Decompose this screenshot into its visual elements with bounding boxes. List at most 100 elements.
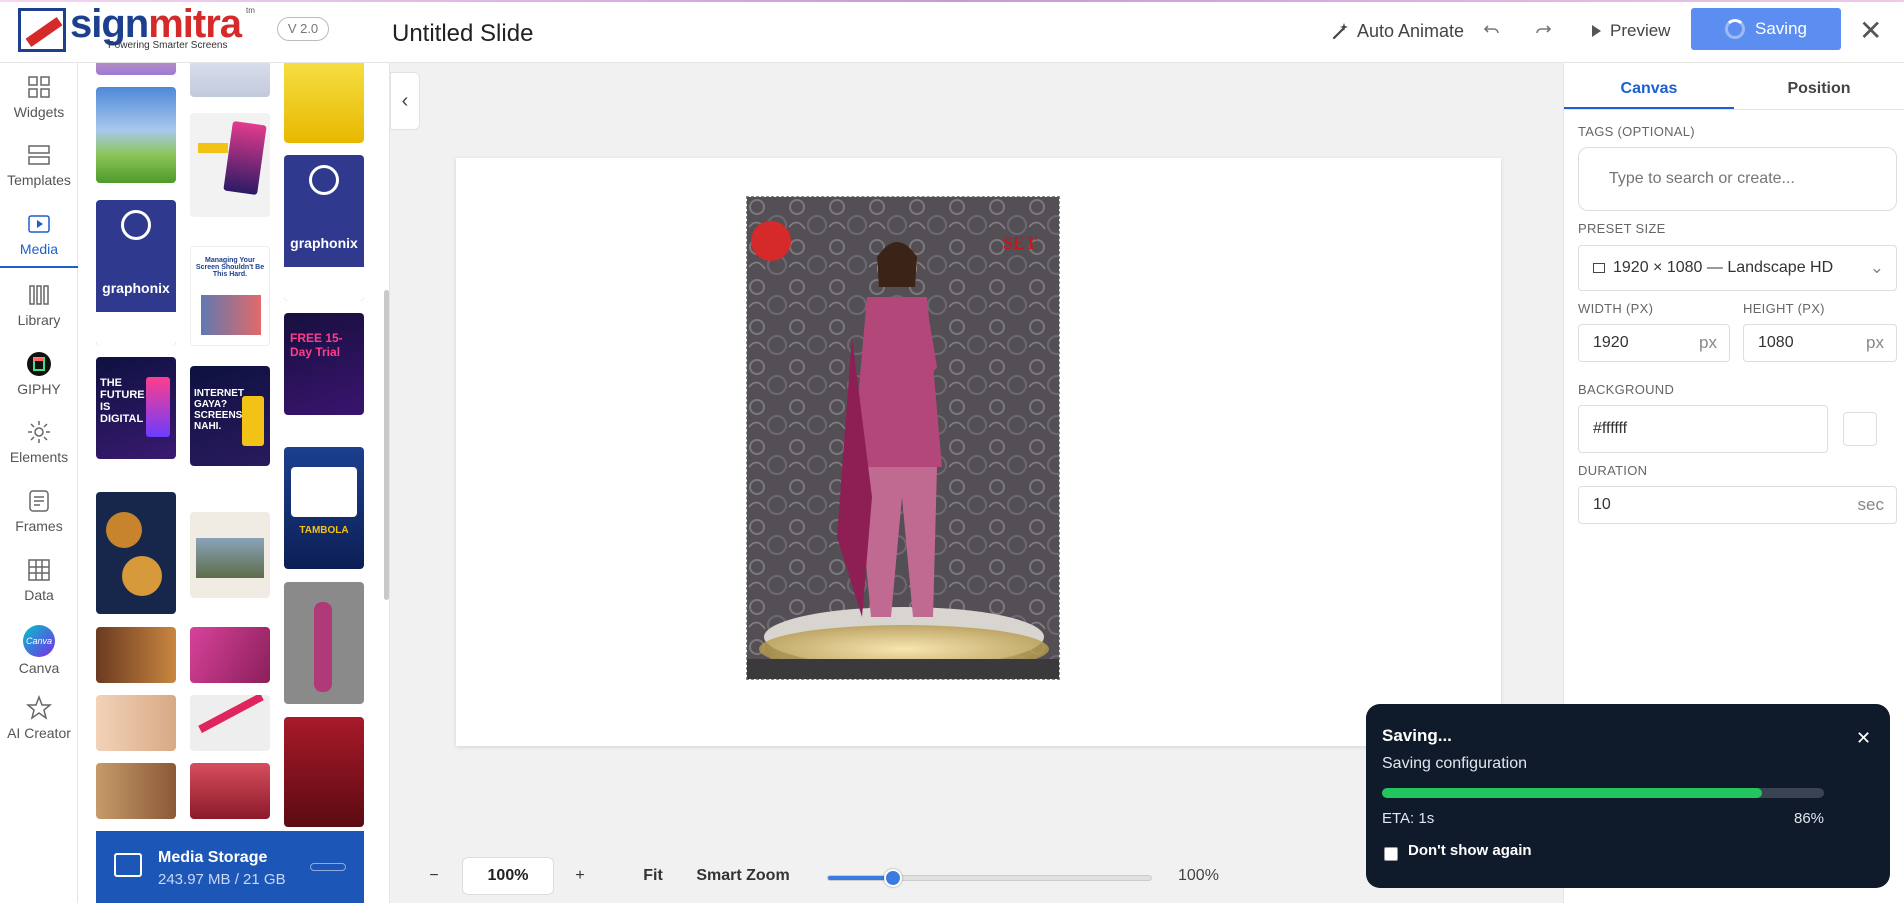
tags-input[interactable] bbox=[1578, 147, 1897, 211]
canva-icon: Canva bbox=[23, 625, 55, 657]
version-badge: V 2.0 bbox=[277, 17, 329, 41]
media-thumb[interactable] bbox=[96, 87, 176, 183]
nav-canva[interactable]: Canva Canva bbox=[0, 619, 78, 681]
nav-templates[interactable]: Templates bbox=[0, 135, 78, 197]
media-thumb[interactable]: graphonix bbox=[96, 200, 176, 346]
nav-elements[interactable]: Elements bbox=[0, 412, 78, 474]
canvas-image[interactable]: SET bbox=[746, 196, 1060, 680]
giphy-icon bbox=[27, 352, 51, 376]
nav-media[interactable]: Media bbox=[0, 204, 78, 268]
signmitra-logo[interactable]: signmitra tm Powering Smarter Screens bbox=[18, 2, 258, 52]
background-value: #ffffff bbox=[1593, 420, 1628, 437]
zoom-value-input[interactable]: 100% bbox=[462, 857, 554, 895]
media-thumb[interactable] bbox=[96, 63, 176, 75]
media-thumb[interactable] bbox=[190, 512, 270, 598]
close-icon: ✕ bbox=[1859, 15, 1883, 46]
media-thumb[interactable] bbox=[96, 763, 176, 819]
zoom-slider-handle[interactable] bbox=[883, 869, 902, 887]
top-bar: signmitra tm Powering Smarter Screens V … bbox=[0, 0, 1904, 63]
nav-library[interactable]: Library bbox=[0, 275, 78, 337]
dont-show-again-checkbox[interactable] bbox=[1384, 847, 1398, 861]
redo-button[interactable] bbox=[1533, 16, 1553, 46]
width-input[interactable]: 1920 px bbox=[1578, 324, 1730, 362]
tab-canvas[interactable]: Canvas bbox=[1564, 73, 1734, 109]
media-thumb[interactable] bbox=[284, 717, 364, 827]
auto-animate-button[interactable]: Auto Animate bbox=[1331, 16, 1464, 46]
top-accent-line bbox=[0, 0, 1904, 2]
templates-icon bbox=[28, 145, 50, 165]
save-progress-bar bbox=[1382, 788, 1824, 798]
duration-value: 10 bbox=[1593, 496, 1611, 513]
nav-label: Elements bbox=[9, 449, 69, 465]
preview-label: Preview bbox=[1610, 21, 1671, 40]
zoom-slider[interactable] bbox=[827, 869, 1152, 887]
nav-widgets[interactable]: Widgets bbox=[0, 67, 78, 129]
media-thumb[interactable] bbox=[190, 763, 270, 819]
height-input[interactable]: 1080 px bbox=[1743, 324, 1897, 362]
media-scrollbar[interactable] bbox=[384, 290, 389, 600]
media-thumb[interactable]: THE FUTURE IS DIGITAL bbox=[96, 357, 176, 459]
logo-tagline: Powering Smarter Screens bbox=[108, 40, 228, 51]
media-thumb[interactable] bbox=[190, 63, 270, 97]
preset-size-value: 1920 × 1080 — Landscape HD bbox=[1613, 259, 1834, 276]
media-thumb[interactable]: Managing Your Screen Shouldn't Be This H… bbox=[190, 246, 270, 346]
media-thumb[interactable] bbox=[190, 627, 270, 683]
media-thumb[interactable] bbox=[96, 695, 176, 751]
nav-label: Frames bbox=[15, 518, 63, 534]
media-thumb[interactable] bbox=[190, 695, 270, 751]
close-icon: ✕ bbox=[1856, 728, 1872, 748]
width-unit: px bbox=[1699, 333, 1717, 352]
nav-label: Templates bbox=[7, 172, 71, 188]
nav-label: Library bbox=[17, 312, 61, 328]
fit-button[interactable]: Fit bbox=[628, 857, 678, 895]
photo-badge: SET bbox=[1003, 233, 1037, 253]
tab-position[interactable]: Position bbox=[1734, 73, 1904, 109]
dont-show-again-label[interactable]: Don't show again bbox=[1408, 842, 1532, 859]
undo-button[interactable] bbox=[1482, 16, 1502, 46]
media-thumb[interactable] bbox=[284, 582, 364, 704]
library-icon bbox=[29, 285, 49, 305]
toast-percent: 86% bbox=[1794, 810, 1825, 827]
toast-close-button[interactable]: ✕ bbox=[1856, 728, 1871, 749]
media-panel: graphonix THE FUTURE IS DIGITAL Managing… bbox=[78, 63, 390, 903]
monitor-icon bbox=[1593, 263, 1605, 273]
media-thumb[interactable]: graphonix bbox=[284, 155, 364, 301]
nav-giphy[interactable]: GIPHY bbox=[0, 344, 78, 406]
media-storage-card[interactable]: Media Storage 243.97 MB / 21 GB bbox=[96, 831, 364, 903]
nav-ai-creator[interactable]: AI Creator bbox=[0, 688, 78, 750]
media-thumb[interactable] bbox=[190, 113, 270, 217]
media-thumb[interactable] bbox=[96, 627, 176, 683]
background-input[interactable]: #ffffff bbox=[1578, 405, 1828, 453]
preset-size-label: PRESET SIZE bbox=[1578, 221, 1666, 236]
background-color-swatch[interactable] bbox=[1843, 412, 1877, 446]
nav-frames[interactable]: Frames bbox=[0, 481, 78, 543]
media-thumb[interactable]: TAMBOLA bbox=[284, 447, 364, 569]
auto-animate-label: Auto Animate bbox=[1357, 20, 1465, 41]
nav-label: Media bbox=[19, 241, 59, 257]
zoom-in-button[interactable]: + bbox=[562, 857, 598, 895]
media-thumb[interactable] bbox=[284, 63, 364, 143]
nav-data[interactable]: Data bbox=[0, 550, 78, 612]
media-thumb[interactable]: INTERNET GAYA? SCREENS NAHI. bbox=[190, 366, 270, 466]
preset-size-select[interactable]: 1920 × 1080 — Landscape HD ⌄ bbox=[1578, 245, 1897, 291]
chevron-left-icon: ‹ bbox=[401, 90, 409, 112]
tags-label: TAGS (OPTIONAL) bbox=[1578, 124, 1695, 139]
slide-title[interactable]: Untitled Slide bbox=[392, 20, 533, 48]
width-value: 1920 bbox=[1593, 334, 1629, 351]
media-thumb[interactable] bbox=[96, 492, 176, 614]
fashion-photo: SET bbox=[747, 197, 1059, 679]
smart-zoom-button[interactable]: Smart Zoom bbox=[688, 857, 798, 895]
media-thumb[interactable]: FREE 15-Day Trial bbox=[284, 313, 364, 415]
close-editor-button[interactable]: ✕ bbox=[1859, 14, 1882, 47]
height-value: 1080 bbox=[1758, 334, 1794, 351]
background-label: BACKGROUND bbox=[1578, 382, 1675, 397]
saving-button[interactable]: Saving bbox=[1691, 8, 1841, 50]
preview-button[interactable]: Preview bbox=[1588, 16, 1670, 46]
play-icon bbox=[1592, 25, 1601, 37]
save-progress-fill bbox=[1382, 788, 1763, 798]
frames-icon bbox=[29, 490, 49, 512]
duration-input[interactable]: 10 sec bbox=[1578, 486, 1897, 524]
collapse-panel-button[interactable]: ‹ bbox=[390, 72, 420, 130]
logo-mark-icon bbox=[18, 8, 66, 52]
zoom-out-button[interactable]: − bbox=[416, 857, 452, 895]
